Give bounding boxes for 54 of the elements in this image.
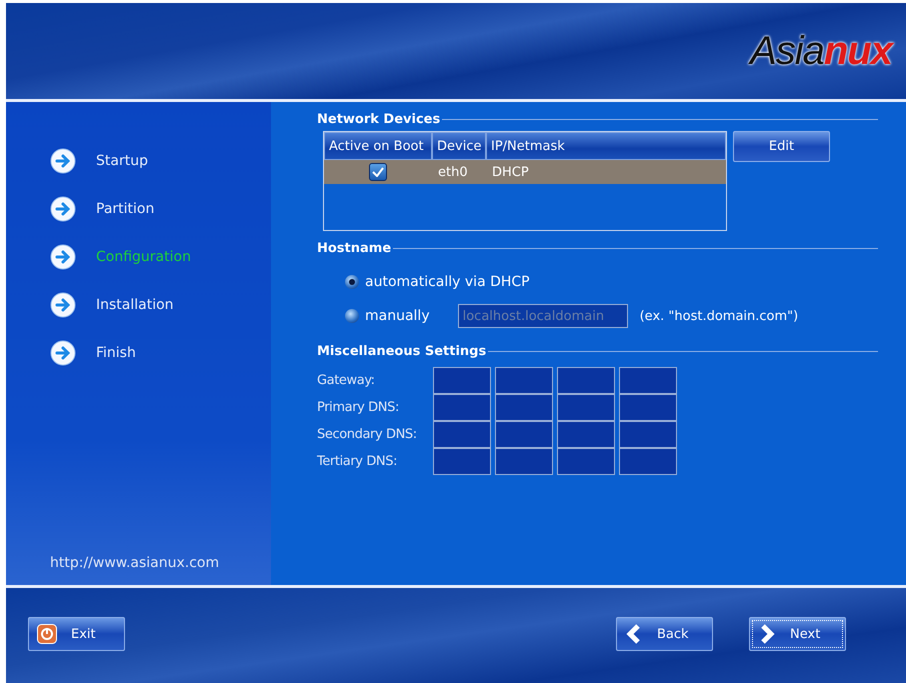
- checkbox[interactable]: [369, 163, 387, 181]
- next-button[interactable]: Next: [749, 617, 846, 651]
- exit-button[interactable]: Exit: [28, 617, 125, 651]
- field-label: Primary DNS:: [317, 400, 400, 415]
- logo: Asianux: [750, 28, 892, 74]
- chevron-right-icon: [758, 624, 776, 644]
- arrow-circle-icon: [50, 340, 76, 366]
- step-label: Startup: [96, 153, 148, 169]
- power-icon: [37, 624, 57, 644]
- website-url: http://www.asianux.com: [50, 555, 220, 571]
- step-label: Installation: [96, 297, 174, 313]
- ip-octet-field[interactable]: [619, 421, 677, 448]
- ip-octet-field[interactable]: [619, 394, 677, 421]
- arrow-circle-icon: [50, 196, 76, 222]
- chevron-left-icon: [625, 624, 643, 644]
- radio-button[interactable]: [345, 309, 359, 323]
- field-label: Gateway:: [317, 373, 376, 388]
- ip-octet-field[interactable]: [619, 367, 677, 394]
- section-title: Miscellaneous Settings: [317, 344, 486, 359]
- ip-octet-field[interactable]: [557, 394, 615, 421]
- table-row[interactable]: eth0 DHCP: [324, 160, 726, 184]
- ip-octet-field[interactable]: [433, 394, 491, 421]
- hostname-hint: (ex. "host.domain.com"): [640, 308, 798, 324]
- ip-octet-field[interactable]: [495, 448, 553, 475]
- step-label: Partition: [96, 201, 154, 217]
- back-button[interactable]: Back: [616, 617, 713, 651]
- section-title: Network Devices: [317, 112, 440, 127]
- radio-label[interactable]: manually: [365, 308, 430, 324]
- column-header[interactable]: Device: [432, 132, 486, 160]
- column-header[interactable]: IP/Netmask: [486, 132, 726, 160]
- edit-button[interactable]: Edit: [733, 131, 830, 162]
- arrow-circle-icon: [50, 292, 76, 318]
- arrow-circle-icon: [50, 244, 76, 270]
- radio-label[interactable]: automatically via DHCP: [365, 274, 530, 290]
- section-title: Hostname: [317, 241, 392, 256]
- ip-octet-field[interactable]: [433, 448, 491, 475]
- ip-octet-field[interactable]: [433, 421, 491, 448]
- ip-octet-field[interactable]: [557, 367, 615, 394]
- ip-octet-field[interactable]: [495, 421, 553, 448]
- table-cell-text: DHCP: [491, 164, 530, 182]
- arrow-circle-icon: [50, 148, 76, 174]
- ip-octet-field[interactable]: [557, 421, 615, 448]
- ip-octet-field[interactable]: [433, 367, 491, 394]
- ip-octet-field[interactable]: [557, 448, 615, 475]
- ip-octet-field[interactable]: [495, 367, 553, 394]
- ip-octet-field[interactable]: [495, 394, 553, 421]
- radio-button[interactable]: [345, 275, 359, 289]
- ip-octet-field[interactable]: [619, 448, 677, 475]
- table-cell-text: eth0: [437, 164, 469, 182]
- step-label: Configuration: [96, 249, 191, 265]
- field-label: Tertiary DNS:: [317, 454, 398, 469]
- column-header[interactable]: Active on Boot: [324, 132, 432, 160]
- step-label: Finish: [96, 345, 136, 361]
- field-label: Secondary DNS:: [317, 427, 418, 442]
